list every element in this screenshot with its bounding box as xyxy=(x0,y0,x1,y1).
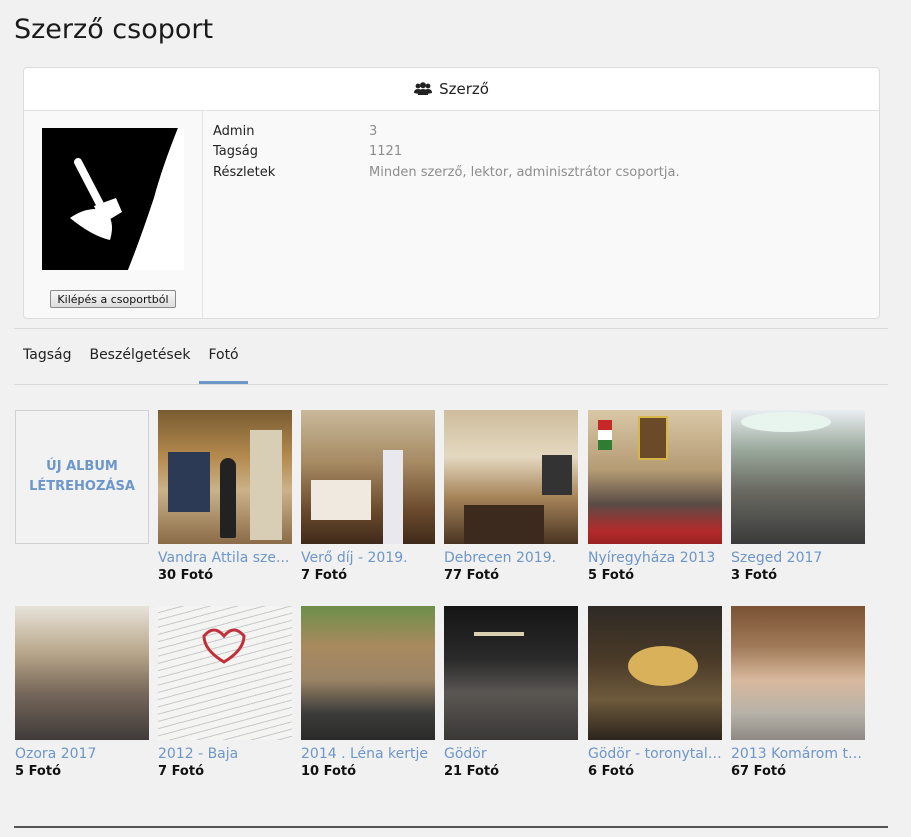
divider xyxy=(14,328,888,329)
new-album-label-1: ÚJ ALBUM xyxy=(46,459,118,474)
group-avatar-panel: Kilépés a csoportból xyxy=(24,111,203,318)
album-count: 77 Fotó xyxy=(444,568,500,583)
album-count: 3 Fotó xyxy=(731,568,778,583)
album-thumbnail[interactable] xyxy=(158,410,292,544)
album-count: 67 Fotó xyxy=(731,764,787,779)
info-key: Tagság xyxy=(213,144,258,160)
album-count: 5 Fotó xyxy=(15,764,62,779)
group-info-table: Admin 3 Tagság 1121 Részletek Minden sze… xyxy=(213,121,680,183)
album-count: 30 Fotó xyxy=(158,568,214,583)
tab-photo[interactable]: Fotó xyxy=(199,340,248,384)
album-tile[interactable]: Debrecen 2019. 77 Fotó xyxy=(444,410,578,583)
album-title[interactable]: Gödör xyxy=(444,746,578,762)
album-title[interactable]: Vandra Attila sze... xyxy=(158,550,292,566)
album-thumbnail[interactable] xyxy=(731,606,865,740)
album-tile[interactable]: 2013 Komárom tor... 67 Fotó xyxy=(731,606,865,779)
album-tile[interactable]: Gödör - toronytalá... 6 Fotó xyxy=(588,606,722,779)
info-key: Admin xyxy=(213,123,255,139)
album-thumbnail[interactable] xyxy=(444,410,578,544)
album-tile[interactable]: 2014 . Léna kertje 10 Fotó xyxy=(301,606,435,779)
page-title: Szerző csoport xyxy=(14,14,214,45)
info-row: Részletek Minden szerző, lektor, adminis… xyxy=(213,162,680,183)
tab-membership[interactable]: Tagság xyxy=(14,340,80,384)
album-count: 10 Fotó xyxy=(301,764,357,779)
album-count: 21 Fotó xyxy=(444,764,500,779)
album-count: 7 Fotó xyxy=(301,568,348,583)
album-tile[interactable]: Vandra Attila sze... 30 Fotó xyxy=(158,410,292,583)
album-tile[interactable]: Szeged 2017 3 Fotó xyxy=(731,410,865,583)
album-tile[interactable]: Gödör 21 Fotó xyxy=(444,606,578,779)
album-tile[interactable]: 2012 - Baja 7 Fotó xyxy=(158,606,292,779)
users-icon xyxy=(414,82,433,95)
album-title[interactable]: Ozora 2017 xyxy=(15,746,149,762)
album-title[interactable]: Gödör - toronytalá... xyxy=(588,746,722,762)
group-name: Szerző xyxy=(439,80,489,98)
group-header: Szerző xyxy=(24,68,879,111)
group-info-card: Szerző Kilépés a csoportból Admin 3 Tags… xyxy=(23,67,880,319)
info-key: Részletek xyxy=(213,164,276,180)
album-thumbnail[interactable] xyxy=(588,606,722,740)
album-thumbnail[interactable] xyxy=(588,410,722,544)
album-tile[interactable]: Ozora 2017 5 Fotó xyxy=(15,606,149,779)
album-title[interactable]: Nyíregyháza 2013 xyxy=(588,550,722,566)
info-row: Tagság 1121 xyxy=(213,142,680,163)
album-thumbnail[interactable] xyxy=(158,606,292,740)
tab-bar: Tagság Beszélgetések Fotó xyxy=(14,340,248,385)
info-value: 3 xyxy=(369,123,378,139)
album-count: 5 Fotó xyxy=(588,568,635,583)
new-album-tile[interactable]: ÚJ ALBUM LÉTREHOZÁSA xyxy=(15,410,149,544)
album-title[interactable]: Szeged 2017 xyxy=(731,550,865,566)
album-thumbnail[interactable] xyxy=(731,410,865,544)
tab-discussions[interactable]: Beszélgetések xyxy=(80,340,199,384)
info-row: Admin 3 xyxy=(213,121,680,142)
album-title[interactable]: 2012 - Baja xyxy=(158,746,292,762)
info-value: 1121 xyxy=(369,144,403,160)
new-album-label-2: LÉTREHOZÁSA xyxy=(29,479,135,494)
album-thumbnail[interactable] xyxy=(444,606,578,740)
album-count: 7 Fotó xyxy=(158,764,205,779)
album-title[interactable]: Verő díj - 2019. xyxy=(301,550,435,566)
album-title[interactable]: 2014 . Léna kertje xyxy=(301,746,435,762)
group-logo xyxy=(42,128,184,270)
footer-divider xyxy=(14,826,888,828)
album-thumbnail[interactable] xyxy=(15,606,149,740)
new-album-button[interactable]: ÚJ ALBUM LÉTREHOZÁSA xyxy=(15,410,149,544)
album-thumbnail[interactable] xyxy=(301,606,435,740)
album-tile[interactable]: Nyíregyháza 2013 5 Fotó xyxy=(588,410,722,583)
album-thumbnail[interactable] xyxy=(301,410,435,544)
leave-group-button[interactable]: Kilépés a csoportból xyxy=(50,290,176,308)
divider xyxy=(14,384,888,385)
album-title[interactable]: 2013 Komárom tor... xyxy=(731,746,865,762)
info-value: Minden szerző, lektor, adminisztrátor cs… xyxy=(369,164,680,180)
album-tile[interactable]: Verő díj - 2019. 7 Fotó xyxy=(301,410,435,583)
album-count: 6 Fotó xyxy=(588,764,635,779)
album-title[interactable]: Debrecen 2019. xyxy=(444,550,578,566)
